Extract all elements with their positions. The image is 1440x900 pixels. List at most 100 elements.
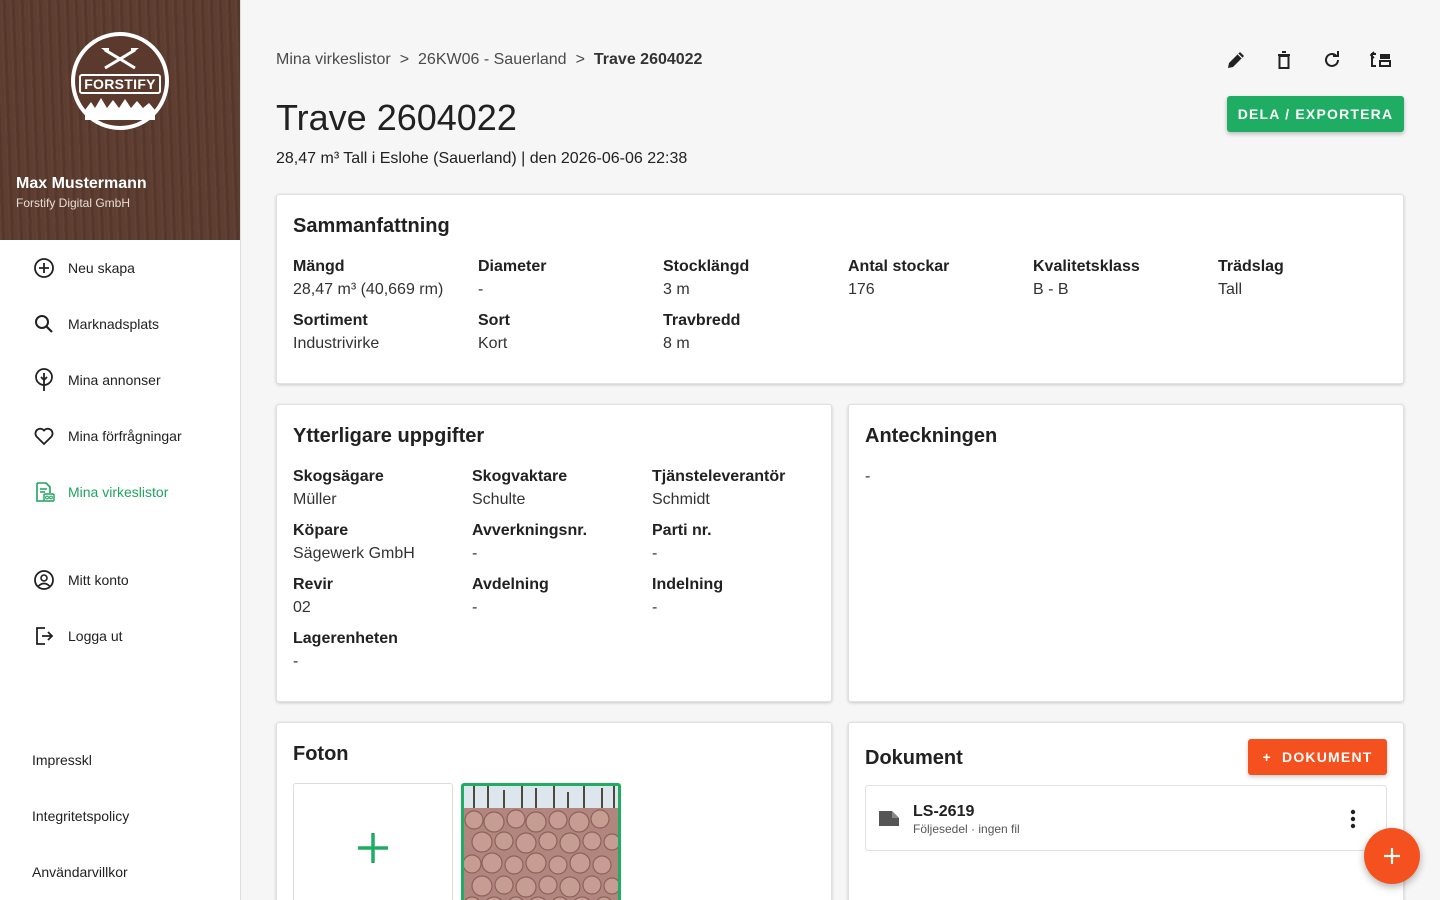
details-field: Revir 02 [293,575,333,618]
field-label: Avverkningsnr. [472,522,588,539]
add-circle-icon [33,257,55,279]
photos-title: Foton [293,743,349,765]
impressum-link[interactable]: Impresskl [32,752,92,768]
field-label: Travbredd [663,312,741,329]
delete-icon[interactable] [1272,48,1296,72]
tree-pin-icon [33,368,55,391]
sidebar: FORSTIFY Max Mustermann Forstify Digital… [0,0,241,900]
notes-content: - [865,467,870,487]
document-meta: Följesedel · ingen fil [913,822,1020,836]
document-name: LS-2619 [913,803,975,820]
summary-field: Diameter - [478,257,546,300]
breadcrumb-separator: > [575,51,585,68]
crossed-axes-icon [101,48,139,70]
field-value: 28,47 m³ (40,669 rm) [293,281,444,298]
add-document-label: DOKUMENT [1282,749,1373,765]
field-label: Revir [293,576,334,593]
field-label: Sortiment [293,312,368,329]
nav-label: Mina annonser [68,372,161,388]
logo-wordmark: FORSTIFY [79,74,161,94]
floating-add-button[interactable] [1364,828,1420,884]
summary-field: Antal stockar 176 [848,257,949,300]
user-company: Forstify Digital GmbH [16,196,131,210]
details-field: Avdelning - [472,575,549,618]
nav-label: Logga ut [68,628,123,644]
field-label: Tjänsteleverantör [652,468,786,485]
field-value: Tall [1218,281,1243,298]
photo-thumbnail[interactable] [461,783,621,900]
field-label: Antal stockar [848,258,950,275]
breadcrumb-separator: > [399,51,410,68]
summary-title: Sammanfattning [293,215,450,237]
breadcrumb-item-list[interactable]: 26KW06 - Sauerland [418,51,567,69]
more-vert-icon[interactable] [1342,808,1364,830]
nav-item-neu-skapa[interactable]: Neu skapa [0,244,240,292]
field-value: - [472,545,478,562]
transfer-icon[interactable] [1368,48,1392,72]
add-photo-button[interactable] [293,783,453,900]
profile-header: FORSTIFY Max Mustermann Forstify Digital… [0,0,240,240]
summary-field: Kvalitetsklass B - B [1033,257,1140,300]
details-field: Avverkningsnr. - [472,521,587,564]
nav-item-mina-forfragningar[interactable]: Mina förfrågningar [0,412,240,460]
field-value: 8 m [663,335,690,352]
details-field: Köpare Sägewerk GmbH [293,521,415,564]
field-label: Kvalitetsklass [1033,258,1140,275]
field-value: - [652,545,658,562]
nav-item-mina-virkeslistor[interactable]: Mina virkeslistor [0,468,240,516]
breadcrumb-current: Trave 2604022 [593,51,703,68]
breadcrumb: Mina virkeslistor > 26KW06 - Sauerland >… [276,51,702,69]
edit-icon[interactable] [1224,48,1248,72]
document-item[interactable]: LS-2619 Följesedel · ingen fil [865,785,1387,851]
nav-item-mitt-konto[interactable]: Mitt konto [0,556,240,604]
field-label: Skogvaktare [472,468,568,485]
notes-value: - [865,468,871,485]
document-icon [878,808,900,833]
add-document-button[interactable]: + DOKUMENT [1248,739,1387,775]
field-value: Schmidt [652,491,710,508]
log-pile-photo [464,786,618,900]
details-field: Lagerenheten - [293,629,398,672]
documents-card: Dokument + DOKUMENT LS-2619 Följesedel ·… [848,722,1404,900]
summary-field: Trädslag Tall [1218,257,1284,300]
breadcrumb-item-virkeslistor[interactable]: Mina virkeslistor [276,51,391,69]
nav-label: Mitt konto [68,572,129,588]
plus-icon [358,833,388,863]
share-export-button[interactable]: DELA / EXPORTERA [1227,96,1404,132]
field-label: Sort [478,312,510,329]
nav-item-mina-annonser[interactable]: Mina annonser [0,356,240,404]
nav-item-logga-ut[interactable]: Logga ut [0,612,240,660]
field-value: Sägewerk GmbH [293,545,415,562]
details-field: Indelning - [652,575,723,618]
details-card: Ytterligare uppgifter Skogsägare Müller S… [276,404,832,702]
nav-label: Mina förfrågningar [68,428,182,444]
terms-link[interactable]: Användarvillkor [32,864,128,880]
field-value: 176 [848,281,875,298]
field-label: Diameter [478,258,547,275]
field-value: 02 [293,599,311,616]
notes-card: Anteckningen - [848,404,1404,702]
nav-label: Mina virkeslistor [68,484,169,500]
refresh-icon[interactable] [1320,48,1344,72]
tree-line-icon [85,98,155,120]
plus-icon [1384,848,1400,864]
nav-label: Marknadsplats [68,316,160,332]
field-label: Avdelning [472,576,549,593]
page-title: Trave 2604022 [276,97,517,138]
field-value: Kort [478,335,508,352]
nav-item-marknadsplats[interactable]: Marknadsplats [0,300,240,348]
field-value: Schulte [472,491,526,508]
privacy-policy-link[interactable]: Integritetspolicy [32,808,129,824]
field-label: Köpare [293,522,349,539]
details-field: Skogsägare Müller [293,467,384,510]
field-value: - [293,653,299,670]
details-title: Ytterligare uppgifter [293,425,485,447]
log-list-icon [33,481,55,503]
forstify-logo[interactable]: FORSTIFY [71,32,169,130]
field-label: Skogsägare [293,468,384,485]
account-icon [33,569,55,591]
search-icon [33,313,55,335]
page-subtitle: 28,47 m³ Tall i Eslohe (Sauerland) | den… [276,150,688,167]
heart-icon [33,425,55,447]
field-value: 3 m [663,281,690,298]
